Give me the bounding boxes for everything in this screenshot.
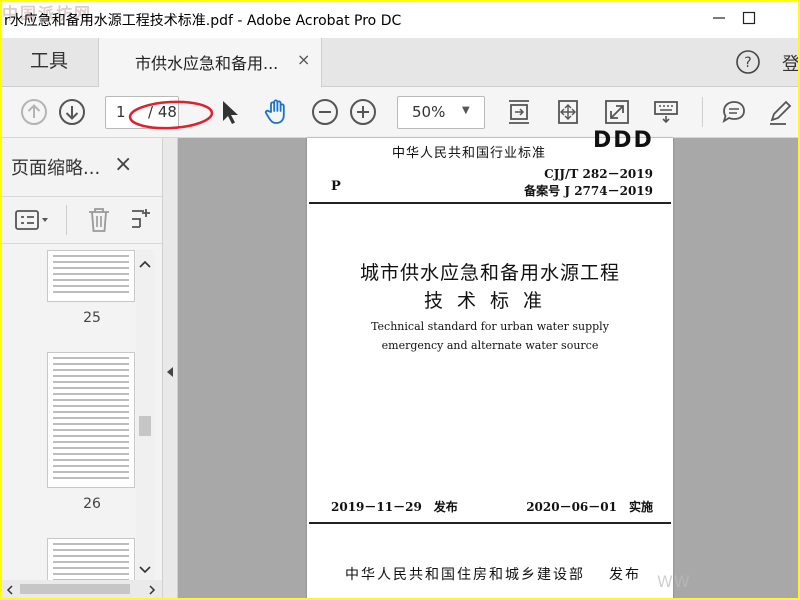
panel-collapse-strip[interactable]	[163, 138, 178, 598]
toolbar-divider	[702, 97, 703, 127]
select-cursor-icon[interactable]	[216, 98, 244, 126]
chevron-down-icon: ▼	[462, 105, 470, 116]
horizontal-scrollbar[interactable]	[2, 580, 162, 598]
zoom-select[interactable]: 50% ▼	[397, 96, 485, 129]
fit-page-icon[interactable]	[505, 98, 533, 126]
collapse-left-icon[interactable]	[166, 366, 174, 378]
ministry-line: 中华人民共和国行业标准	[392, 146, 547, 161]
thumbnail-list: 25 26	[2, 250, 136, 598]
title-cn-line1: 城市供水应急和备用水源工程	[359, 262, 620, 284]
horizontal-scrollbar-thumb[interactable]	[20, 584, 130, 594]
document-view[interactable]: DDD 中华人民共和国行业标准 CJJ/T 282－2019 P 备案号 J 2…	[178, 128, 798, 598]
title-en-line2: emergency and alternate water source	[381, 339, 599, 352]
panel-title: 页面缩略...	[11, 158, 101, 179]
publisher-action: 发布	[609, 567, 641, 583]
zoom-out-icon[interactable]	[311, 98, 339, 126]
sign-in-link[interactable]: 登	[782, 50, 798, 76]
effective-date: 2020－06－01 实施	[526, 500, 653, 514]
main-toolbar: 1 / 48 50% ▼	[2, 87, 798, 138]
scroll-down-icon[interactable]	[139, 564, 151, 577]
category-letter: P	[331, 179, 341, 194]
thumbnail-scrollbar[interactable]	[136, 250, 154, 598]
footer-rule	[309, 522, 671, 524]
zoom-in-icon[interactable]	[349, 98, 377, 126]
page-thumbnail-26[interactable]	[47, 352, 135, 488]
page-thumbnails-panel: 页面缩略... × 25 26	[2, 138, 163, 598]
maximize-button[interactable]	[734, 8, 764, 32]
page-up-icon[interactable]	[20, 98, 48, 126]
minimize-button[interactable]	[704, 8, 734, 32]
maximize-icon	[742, 11, 756, 25]
pen-icon[interactable]	[766, 98, 794, 126]
tab-document-label: 市供水应急和备用...	[135, 54, 279, 73]
thumbnail-options-icon[interactable]	[14, 208, 52, 232]
fit-width-icon[interactable]	[554, 98, 582, 126]
panel-divider	[66, 205, 67, 235]
panel-toolbar	[2, 196, 162, 244]
page-current: 1	[116, 103, 126, 121]
watermark-bottom: WW	[657, 572, 691, 591]
tab-bar: 工具 市供水应急和备用... × ? 登	[2, 38, 798, 87]
tab-tools[interactable]: 工具	[2, 38, 96, 86]
standard-logo: DDD	[593, 128, 654, 153]
thumbnail-label: 25	[83, 310, 101, 326]
page-thumbnail-25[interactable]	[47, 250, 135, 302]
thumbnail-label: 26	[83, 496, 101, 512]
header-rule	[309, 202, 671, 204]
close-icon[interactable]: ×	[114, 152, 132, 177]
title-cn-line2: 技术标准	[423, 290, 556, 312]
acrobat-window: 中国派坊网 r水应急和备用水源工程技术标准.pdf - Adobe Acroba…	[2, 2, 798, 598]
publisher: 中华人民共和国住房和城乡建设部	[345, 567, 585, 583]
svg-text:?: ?	[744, 55, 751, 71]
tab-close-icon[interactable]: ×	[297, 50, 310, 69]
keyboard-icon[interactable]	[652, 98, 680, 126]
tab-document[interactable]: 市供水应急和备用... ×	[98, 38, 322, 87]
zoom-value: 50%	[412, 103, 446, 121]
red-highlight-circle	[128, 100, 214, 130]
insert-page-icon[interactable]	[130, 207, 152, 233]
scrollbar-thumb[interactable]	[139, 416, 151, 436]
help-icon[interactable]: ?	[736, 50, 760, 74]
scroll-right-icon[interactable]	[148, 585, 156, 595]
title-en-line1: Technical standard for urban water suppl…	[371, 320, 609, 333]
pdf-page: DDD 中华人民共和国行业标准 CJJ/T 282－2019 P 备案号 J 2…	[307, 128, 673, 598]
comment-icon[interactable]	[720, 98, 748, 126]
standard-code: CJJ/T 282－2019	[544, 167, 653, 181]
page-down-icon[interactable]	[58, 98, 86, 126]
window-title: r水应急和备用水源工程技术标准.pdf - Adobe Acrobat Pro …	[4, 13, 402, 29]
trash-icon[interactable]	[86, 206, 112, 234]
issue-date: 2019－11－29 发布	[331, 500, 458, 514]
title-bar: 中国派坊网 r水应急和备用水源工程技术标准.pdf - Adobe Acroba…	[2, 2, 798, 38]
filing-number: 备案号 J 2774－2019	[524, 184, 653, 198]
scroll-left-icon[interactable]	[6, 585, 14, 595]
scroll-up-icon[interactable]	[139, 258, 151, 271]
full-screen-icon[interactable]	[603, 98, 631, 126]
minimize-icon	[713, 17, 725, 19]
hand-tool-icon[interactable]	[262, 98, 290, 126]
